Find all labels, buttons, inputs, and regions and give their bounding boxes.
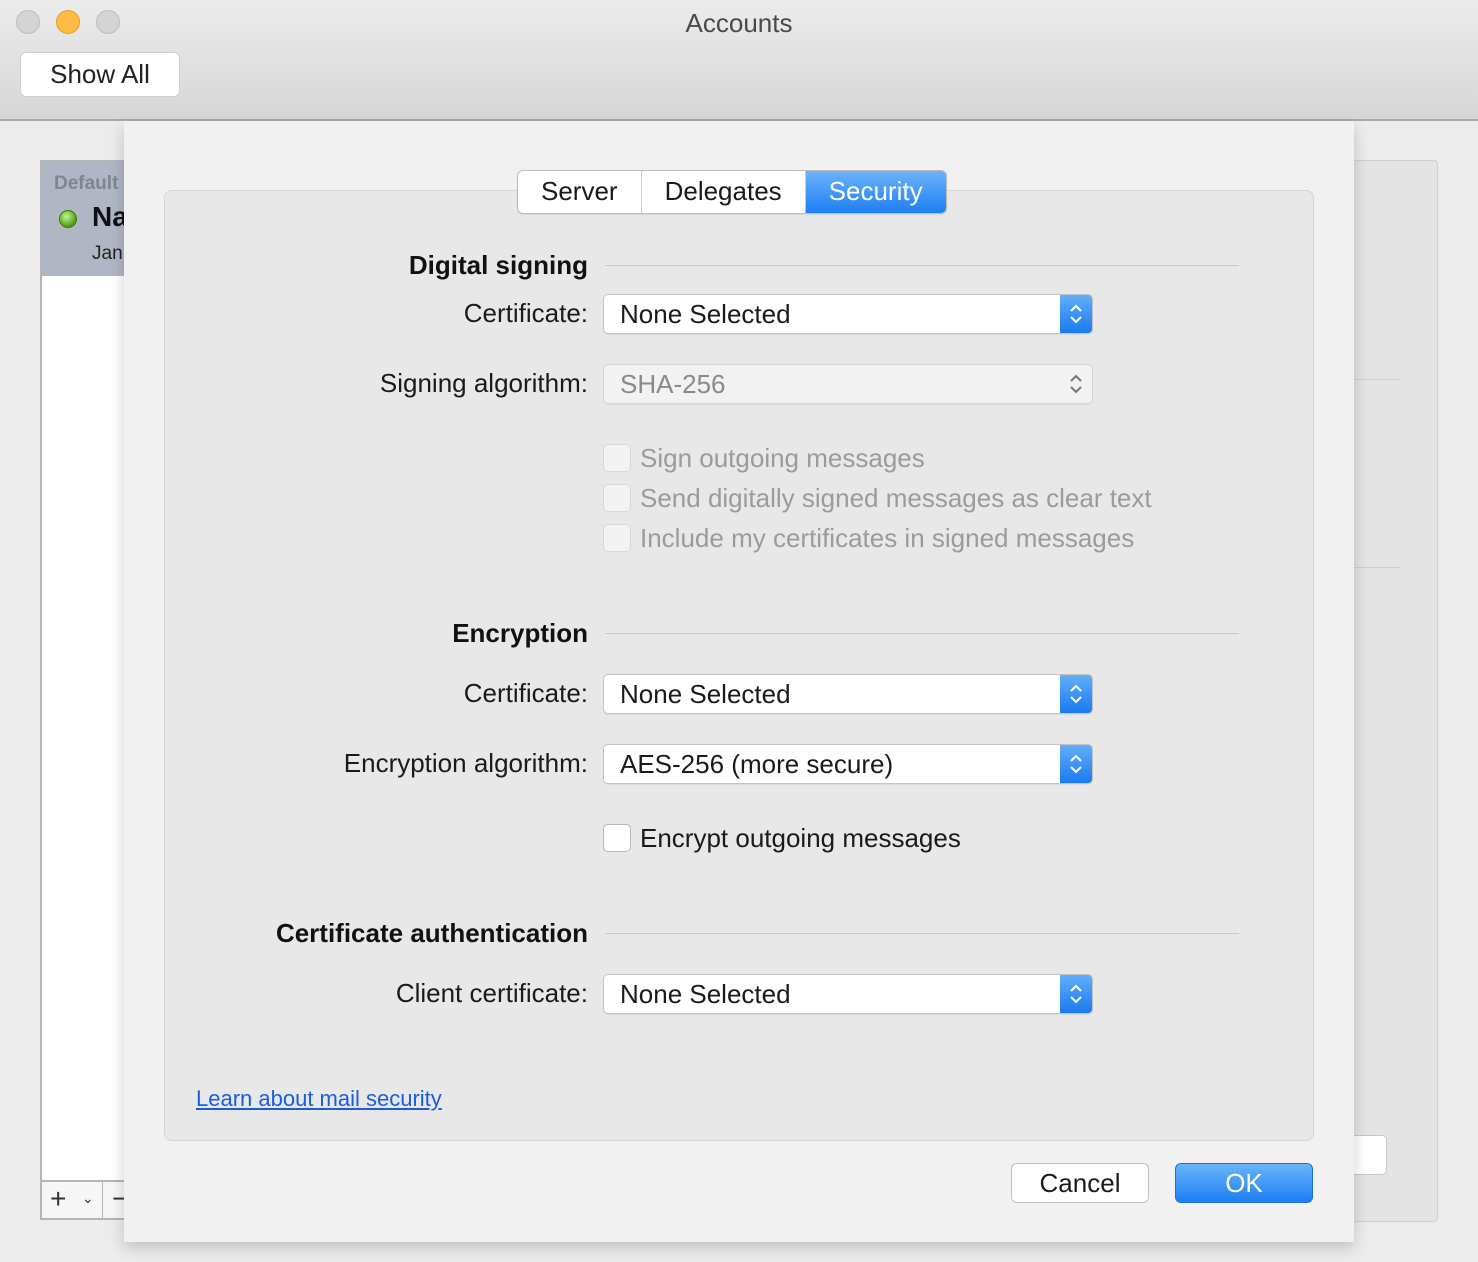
checkbox-label: Send digitally signed messages as clear … <box>640 483 1152 513</box>
signing-certificate-popup[interactable]: None Selected <box>603 294 1093 334</box>
tab-server[interactable]: Server <box>518 171 642 213</box>
encryption-algorithm-label: Encryption algorithm: <box>343 748 588 778</box>
add-account-icon[interactable]: + <box>50 1183 66 1215</box>
checkbox-box[interactable] <box>603 824 631 852</box>
cancel-button[interactable]: Cancel <box>1011 1163 1149 1203</box>
digital-signing-heading: Digital signing <box>408 250 588 280</box>
show-all-button[interactable]: Show All <box>20 52 180 97</box>
tab-security[interactable]: Security <box>805 171 946 213</box>
updown-arrows-icon <box>1060 975 1092 1013</box>
account-email: Jan <box>92 243 123 264</box>
account-list-item[interactable]: Default Na Jan <box>42 162 128 276</box>
tab-bar: Server Delegates Security <box>517 170 947 214</box>
security-group-box: Digital signing Certificate: None Select… <box>164 190 1314 1141</box>
updown-arrows-icon <box>1060 745 1092 783</box>
client-certificate-label: Client certificate: <box>395 978 588 1008</box>
window-title: Accounts <box>685 8 793 38</box>
divider <box>1351 379 1401 380</box>
default-account-label: Default <box>54 173 119 194</box>
signing-algorithm-label: Signing algorithm: <box>379 368 588 398</box>
window-titlebar: Accounts Show All <box>0 0 1478 121</box>
learn-mail-security-link[interactable]: Learn about mail security <box>196 1086 442 1112</box>
toolbar-divider <box>102 1182 103 1218</box>
checkbox-box[interactable] <box>603 484 631 512</box>
tab-delegates[interactable]: Delegates <box>642 171 806 213</box>
section-divider <box>605 265 1239 266</box>
divider <box>1351 567 1401 568</box>
section-divider <box>605 633 1239 634</box>
chevron-down-icon[interactable]: ⌄ <box>82 1190 94 1207</box>
popup-value: AES-256 (more secure) <box>620 749 894 779</box>
updown-arrows-icon <box>1060 675 1092 713</box>
popup-value: None Selected <box>620 299 791 329</box>
popup-value: SHA-256 <box>620 369 726 399</box>
ok-button[interactable]: OK <box>1175 1163 1313 1203</box>
checkbox-box[interactable] <box>603 444 631 472</box>
certificate-authentication-heading: Certificate authentication <box>275 918 588 948</box>
popup-value: None Selected <box>620 979 791 1009</box>
client-certificate-popup[interactable]: None Selected <box>603 974 1093 1014</box>
checkbox-box[interactable] <box>603 524 631 552</box>
checkbox-label: Include my certificates in signed messag… <box>640 523 1135 553</box>
encryption-certificate-label: Certificate: <box>463 678 588 708</box>
account-list-toolbar: + ⌄ − <box>40 1180 130 1220</box>
encryption-heading: Encryption <box>452 618 588 648</box>
signing-algorithm-popup[interactable]: SHA-256 <box>603 364 1093 404</box>
encryption-algorithm-popup[interactable]: AES-256 (more secure) <box>603 744 1093 784</box>
status-online-icon <box>59 210 77 228</box>
popup-value: None Selected <box>620 679 791 709</box>
account-name: Na <box>92 201 128 232</box>
security-sheet: Digital signing Certificate: None Select… <box>124 121 1354 1242</box>
encryption-certificate-popup[interactable]: None Selected <box>603 674 1093 714</box>
updown-arrows-icon <box>1060 365 1092 403</box>
account-list: Default Na Jan <box>40 160 130 1220</box>
updown-arrows-icon <box>1060 295 1092 333</box>
signing-certificate-label: Certificate: <box>463 298 588 328</box>
checkbox-label: Encrypt outgoing messages <box>640 823 961 853</box>
section-divider <box>605 933 1239 934</box>
checkbox-label: Sign outgoing messages <box>640 443 925 473</box>
